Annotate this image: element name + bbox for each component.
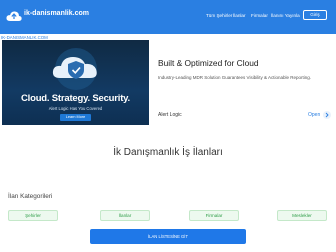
ad-banner-image[interactable]: Cloud. Strategy. Security. Alert Logic H… <box>2 40 149 125</box>
nav-listings[interactable]: İlanlar <box>233 13 246 18</box>
ad-description: Industry-Leading MDR Solution Guarantees… <box>158 75 311 80</box>
advertisement[interactable]: Cloud. Strategy. Security. Alert Logic H… <box>2 40 332 125</box>
go-to-listings-button[interactable]: İLAN LİSTESİNE GİT <box>90 229 246 244</box>
ad-learn-more-button[interactable]: Learn More <box>60 114 91 121</box>
site-logo-text[interactable]: ik-danismanlik.com <box>24 10 89 17</box>
category-companies[interactable]: Firmalar <box>189 210 239 221</box>
ad-image-headline: Cloud. Strategy. Security. <box>21 93 130 104</box>
nav-post-listing[interactable]: İlanını Yayınla <box>271 13 300 18</box>
category-professions[interactable]: Meslekler <box>277 210 327 221</box>
ad-title[interactable]: Built & Optimized for Cloud <box>158 58 259 68</box>
ad-open-link[interactable]: Open <box>308 112 320 118</box>
login-button[interactable]: Giriş <box>303 10 327 20</box>
category-listings[interactable]: İlanlar <box>100 210 150 221</box>
categories-heading: İlan Kategorileri <box>8 193 53 200</box>
ad-advertiser: Alert Logic <box>158 112 182 118</box>
nav-all-cities[interactable]: Tüm Şehirler <box>206 13 232 18</box>
ad-image-subline: Alert Logic Has You Covered <box>48 106 103 111</box>
cloud-shield-icon <box>52 48 97 90</box>
top-navbar: ik-danismanlik.com Tüm Şehirler İlanlar … <box>0 0 336 34</box>
category-cities[interactable]: Şehirler <box>8 210 58 221</box>
chevron-right-icon[interactable] <box>323 111 331 119</box>
nav-companies[interactable]: Firmalar <box>251 13 268 18</box>
page-title: İk Danışmanlık İş İlanları <box>113 147 223 158</box>
cloud-logo-icon[interactable] <box>6 10 22 23</box>
